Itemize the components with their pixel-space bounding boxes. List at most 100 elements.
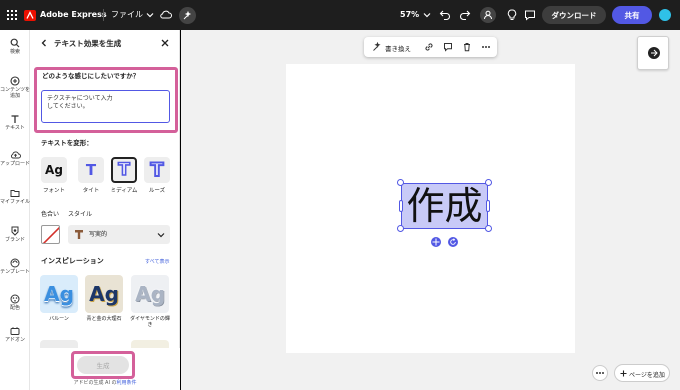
color-none-swatch[interactable] (41, 225, 60, 244)
resize-handle[interactable] (397, 179, 404, 186)
panel-title: テキスト効果を生成 (54, 39, 122, 48)
shape-label: ルーズ (148, 188, 166, 194)
transform-label: テキストを変形： (41, 139, 93, 147)
terms-prefix: アドビの生成 AI の (73, 380, 117, 386)
app-name: Adobe Express (40, 10, 107, 19)
zoom-level[interactable]: 57% (400, 11, 419, 19)
move-icon[interactable] (431, 237, 441, 247)
chevron-down-icon[interactable] (146, 11, 154, 19)
resize-handle[interactable] (399, 200, 403, 212)
style-thumbnail-icon (75, 230, 83, 239)
style-dropdown[interactable]: 写実的 (68, 225, 170, 244)
rail-label: コンテンツを追加 (0, 87, 31, 99)
medium-glyph: T (117, 159, 130, 181)
rail-label: テキスト (5, 125, 25, 131)
inspiration-balloon[interactable]: Ag (40, 275, 78, 313)
inspiration-diamond-sparkle[interactable]: Ag (131, 275, 169, 313)
magic-assistant-icon[interactable] (179, 7, 196, 24)
rail-label: マイファイル (0, 199, 31, 205)
shape-option-font[interactable]: Ag (41, 157, 67, 183)
loose-glyph: T (150, 158, 165, 182)
terms-link[interactable]: 利用条件 (117, 380, 137, 386)
rail-item-text[interactable]: テキスト (0, 114, 30, 132)
prompt-input[interactable]: テクスチャについて入力してください。 (41, 90, 170, 123)
rail-label: 検索 (9, 49, 20, 55)
terms-text: アドビの生成 AI の利用条件 (30, 380, 180, 386)
more-icon[interactable] (592, 365, 608, 381)
add-page-label: ページを追加 (629, 372, 665, 379)
style-value: 写実的 (89, 231, 108, 238)
download-button-label: ダウンロード (551, 10, 597, 20)
resize-handle[interactable] (485, 179, 492, 186)
shape-option-tight[interactable]: T (78, 157, 104, 183)
plus-icon (620, 370, 627, 377)
link-icon[interactable] (424, 42, 434, 52)
rail-label: アップロード (0, 161, 31, 167)
invite-user-icon[interactable] (480, 7, 496, 23)
chevron-down-icon[interactable] (423, 11, 431, 19)
rail-label: ブランド (4, 237, 25, 243)
font-glyph: Ag (45, 163, 63, 177)
inspiration-glyph: Ag (44, 282, 74, 306)
inspiration-caption: バルーン (49, 316, 69, 322)
undo-icon[interactable] (439, 9, 451, 21)
generate-button[interactable]: 生成 (77, 356, 129, 374)
addons-icon (10, 327, 20, 335)
close-icon[interactable] (161, 39, 169, 47)
template-icon (10, 258, 20, 268)
resize-handle[interactable] (485, 225, 492, 232)
rail-label: アドオン (4, 337, 25, 343)
rail-item-colors[interactable]: 配色 (0, 294, 30, 312)
download-button[interactable]: ダウンロード (542, 6, 606, 24)
prompt-question: どのような感じにしたいですか？ (42, 72, 140, 80)
comment-icon[interactable] (524, 9, 536, 21)
rail-item-my-files[interactable]: マイファイル (0, 188, 30, 206)
show-all-link[interactable]: すべて表示 (145, 259, 169, 265)
shape-label: フォント (42, 188, 65, 194)
rewrite-label[interactable]: 書き換え (385, 43, 411, 53)
inspiration-blue-gold-marble[interactable]: Ag (85, 275, 123, 313)
color-label: 色合い (41, 211, 60, 218)
rail-item-templates[interactable]: テンプレート (0, 258, 30, 276)
avatar[interactable] (659, 9, 671, 21)
shape-option-medium[interactable]: T (111, 157, 137, 183)
palette-icon (10, 294, 20, 304)
rail-label: テンプレート (0, 269, 30, 275)
shape-label: タイト (82, 188, 100, 194)
canvas-text[interactable]: 作成 (402, 184, 487, 228)
top-bar: Adobe Express ファイル 57% ダウンロード 共有 (0, 0, 680, 30)
lightbulb-icon[interactable] (507, 9, 517, 21)
prompt-input-placeholder: テクスチャについて入力してください。 (47, 95, 113, 110)
trash-icon[interactable] (462, 42, 472, 52)
chevron-down-icon (157, 233, 165, 238)
comment-icon[interactable] (443, 42, 453, 52)
page-thumbnail[interactable] (637, 36, 669, 70)
resize-handle[interactable] (397, 225, 404, 232)
rail-item-search[interactable]: 検索 (0, 38, 30, 56)
back-chevron-icon[interactable] (40, 39, 48, 47)
inspiration-caption: ダイヤモンドの輝き (130, 316, 170, 328)
rail-item-brand[interactable]: ブランド (0, 226, 30, 244)
shape-option-loose[interactable]: T (144, 157, 170, 183)
context-toolbar: 書き換え (364, 37, 497, 57)
share-button[interactable]: 共有 (612, 6, 652, 24)
search-icon (10, 38, 20, 48)
inspiration-label: インスピレーション (41, 257, 104, 265)
redo-icon[interactable] (459, 9, 471, 21)
rail-item-add-content[interactable]: コンテンツを追加 (0, 76, 30, 100)
rewrite-icon[interactable] (372, 42, 382, 52)
left-rail: 検索 コンテンツを追加 テキスト アップロード マイファイル ブランド テンプレ… (0, 30, 30, 390)
more-icon[interactable] (481, 42, 491, 52)
app-grid-icon[interactable] (7, 10, 17, 20)
add-page-button[interactable]: ページを追加 (614, 364, 670, 382)
rail-item-upload[interactable]: アップロード (0, 150, 30, 168)
tight-glyph: T (85, 161, 97, 179)
rotate-icon[interactable] (448, 237, 458, 247)
resize-handle[interactable] (486, 200, 490, 212)
file-menu[interactable]: ファイル (111, 11, 143, 19)
rail-item-addons[interactable]: アドオン (0, 326, 30, 344)
selected-text-frame[interactable]: 作成 (401, 183, 488, 229)
adobe-logo-icon (24, 10, 36, 21)
cloud-icon[interactable] (160, 10, 172, 20)
share-button-label: 共有 (624, 10, 640, 20)
